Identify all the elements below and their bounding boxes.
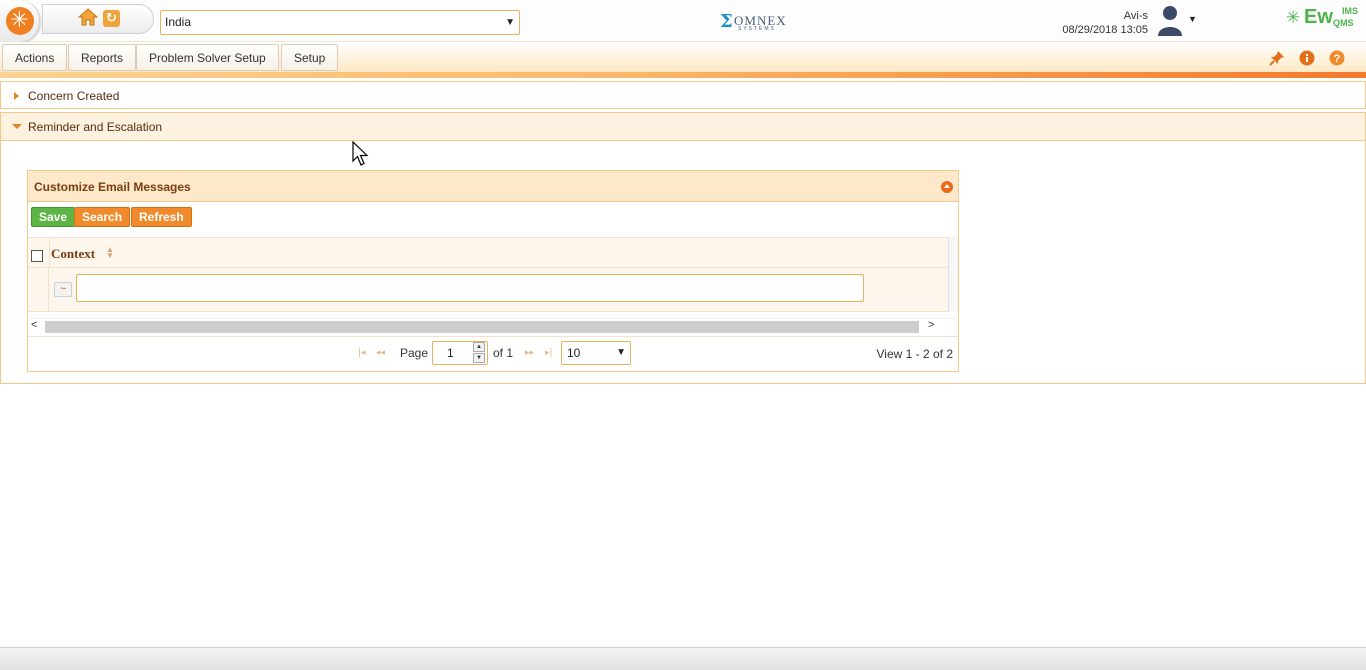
- sort-icon[interactable]: ▲ ▼: [106, 246, 114, 260]
- ewqims-star-icon: ✳: [1286, 8, 1301, 28]
- user-avatar-icon[interactable]: [1156, 4, 1184, 36]
- last-page-icon[interactable]: ▸|: [545, 348, 553, 358]
- user-name: Avi-s: [1123, 10, 1148, 22]
- grid-vertical-scrollbar[interactable]: [948, 237, 958, 312]
- chevron-down-icon: ▼: [505, 17, 515, 28]
- grid-header-row: Context ▲ ▼: [28, 237, 948, 269]
- spinner-up-icon[interactable]: ▲: [473, 342, 485, 352]
- svg-text:?: ?: [1334, 53, 1341, 65]
- collapse-arrow-icon: [12, 124, 22, 129]
- refresh-icon[interactable]: ↻: [103, 10, 120, 27]
- app-menu-button[interactable]: ✳: [0, 0, 40, 42]
- main-menu-bar: Actions Reports Problem Solver Setup Set…: [0, 42, 1366, 72]
- mouse-cursor-icon: [352, 140, 370, 167]
- ewqims-logo: ✳ Ew IMS QMS: [1286, 6, 1362, 32]
- spinner-down-icon[interactable]: ▼: [473, 353, 485, 363]
- section-title: Concern Created: [28, 89, 120, 103]
- accent-strip: [0, 72, 1366, 78]
- country-select[interactable]: India ▼: [160, 10, 520, 35]
- grid-pager: |◂ ◂◂ Page 1 ▲ ▼ of 1 ▸▸ ▸| 10 ▼ View 1 …: [28, 336, 958, 372]
- omnex-logo: Σ OMNEX SYSTEMS: [720, 11, 790, 33]
- footer-bar: [0, 647, 1366, 670]
- help-icon[interactable]: ?: [1329, 50, 1345, 66]
- filter-operator-button[interactable]: ~: [54, 282, 72, 297]
- record-count-text: View 1 - 2 of 2: [876, 347, 954, 361]
- menu-item-problem-solver-setup[interactable]: Problem Solver Setup: [136, 44, 279, 71]
- expand-arrow-icon: [14, 92, 19, 100]
- menu-item-actions[interactable]: Actions: [2, 44, 68, 71]
- grid-filter-row: ~: [28, 268, 948, 312]
- current-datetime: 08/29/2018 13:05: [1062, 24, 1148, 36]
- user-menu-caret-icon[interactable]: ▼: [1188, 14, 1197, 24]
- filter-row-gutter: [28, 268, 49, 312]
- prev-page-icon[interactable]: ◂◂: [376, 348, 385, 358]
- scroll-right-icon[interactable]: >: [928, 319, 934, 331]
- panel-header: Customize Email Messages: [28, 171, 958, 202]
- panel-title: Customize Email Messages: [34, 180, 191, 194]
- column-header-context[interactable]: Context ▲ ▼: [49, 238, 948, 269]
- page-total-label: of 1: [493, 346, 514, 360]
- page-spinner[interactable]: ▲ ▼: [472, 342, 486, 364]
- ewqims-logo-qms: QMS: [1333, 18, 1354, 28]
- top-header: ✳ ↻ India ▼ Σ OMNEX SYSTEMS Avi-s 08/29/…: [0, 0, 1366, 42]
- page-size-value: 10: [567, 346, 581, 360]
- scroll-track[interactable]: [45, 321, 919, 333]
- menu-item-reports[interactable]: Reports: [68, 44, 137, 71]
- section-reminder-escalation-header[interactable]: Reminder and Escalation: [1, 113, 1365, 141]
- home-icon[interactable]: [77, 7, 99, 27]
- collapse-panel-icon[interactable]: [941, 181, 953, 193]
- pin-icon[interactable]: [1269, 50, 1285, 66]
- select-all-checkbox[interactable]: [31, 250, 43, 262]
- page-size-select[interactable]: 10 ▼: [561, 341, 631, 365]
- section-concern-created-header[interactable]: Concern Created: [1, 82, 1365, 110]
- customize-email-panel: Customize Email Messages Save Search Ref…: [27, 170, 959, 372]
- omnex-logo-sub: SYSTEMS: [738, 26, 776, 32]
- next-page-icon[interactable]: ▸▸: [525, 348, 534, 358]
- section-concern-created: Concern Created: [0, 81, 1366, 109]
- scroll-left-icon[interactable]: <: [31, 319, 37, 331]
- refresh-button[interactable]: Refresh: [131, 207, 192, 227]
- section-title: Reminder and Escalation: [28, 120, 163, 134]
- ewqims-logo-ew: Ew: [1304, 6, 1333, 28]
- search-button[interactable]: Search: [74, 207, 131, 227]
- grid-horizontal-scrollbar[interactable]: < >: [29, 319, 941, 335]
- first-page-icon[interactable]: |◂: [358, 348, 366, 358]
- page-label: Page: [400, 346, 429, 360]
- chevron-down-icon: ▼: [616, 347, 626, 358]
- ewqims-logo-ims: IMS: [1342, 6, 1359, 16]
- context-filter-input[interactable]: [76, 274, 864, 302]
- sun-logo-icon: ✳: [5, 7, 34, 35]
- save-button[interactable]: Save: [31, 207, 76, 227]
- info-icon[interactable]: [1299, 50, 1315, 66]
- quick-nav-pill: [42, 4, 154, 34]
- menu-item-setup[interactable]: Setup: [281, 44, 339, 71]
- country-select-value: India: [165, 15, 192, 29]
- omnex-logo-mark: Σ: [720, 11, 733, 32]
- column-header-label: Context: [51, 246, 96, 261]
